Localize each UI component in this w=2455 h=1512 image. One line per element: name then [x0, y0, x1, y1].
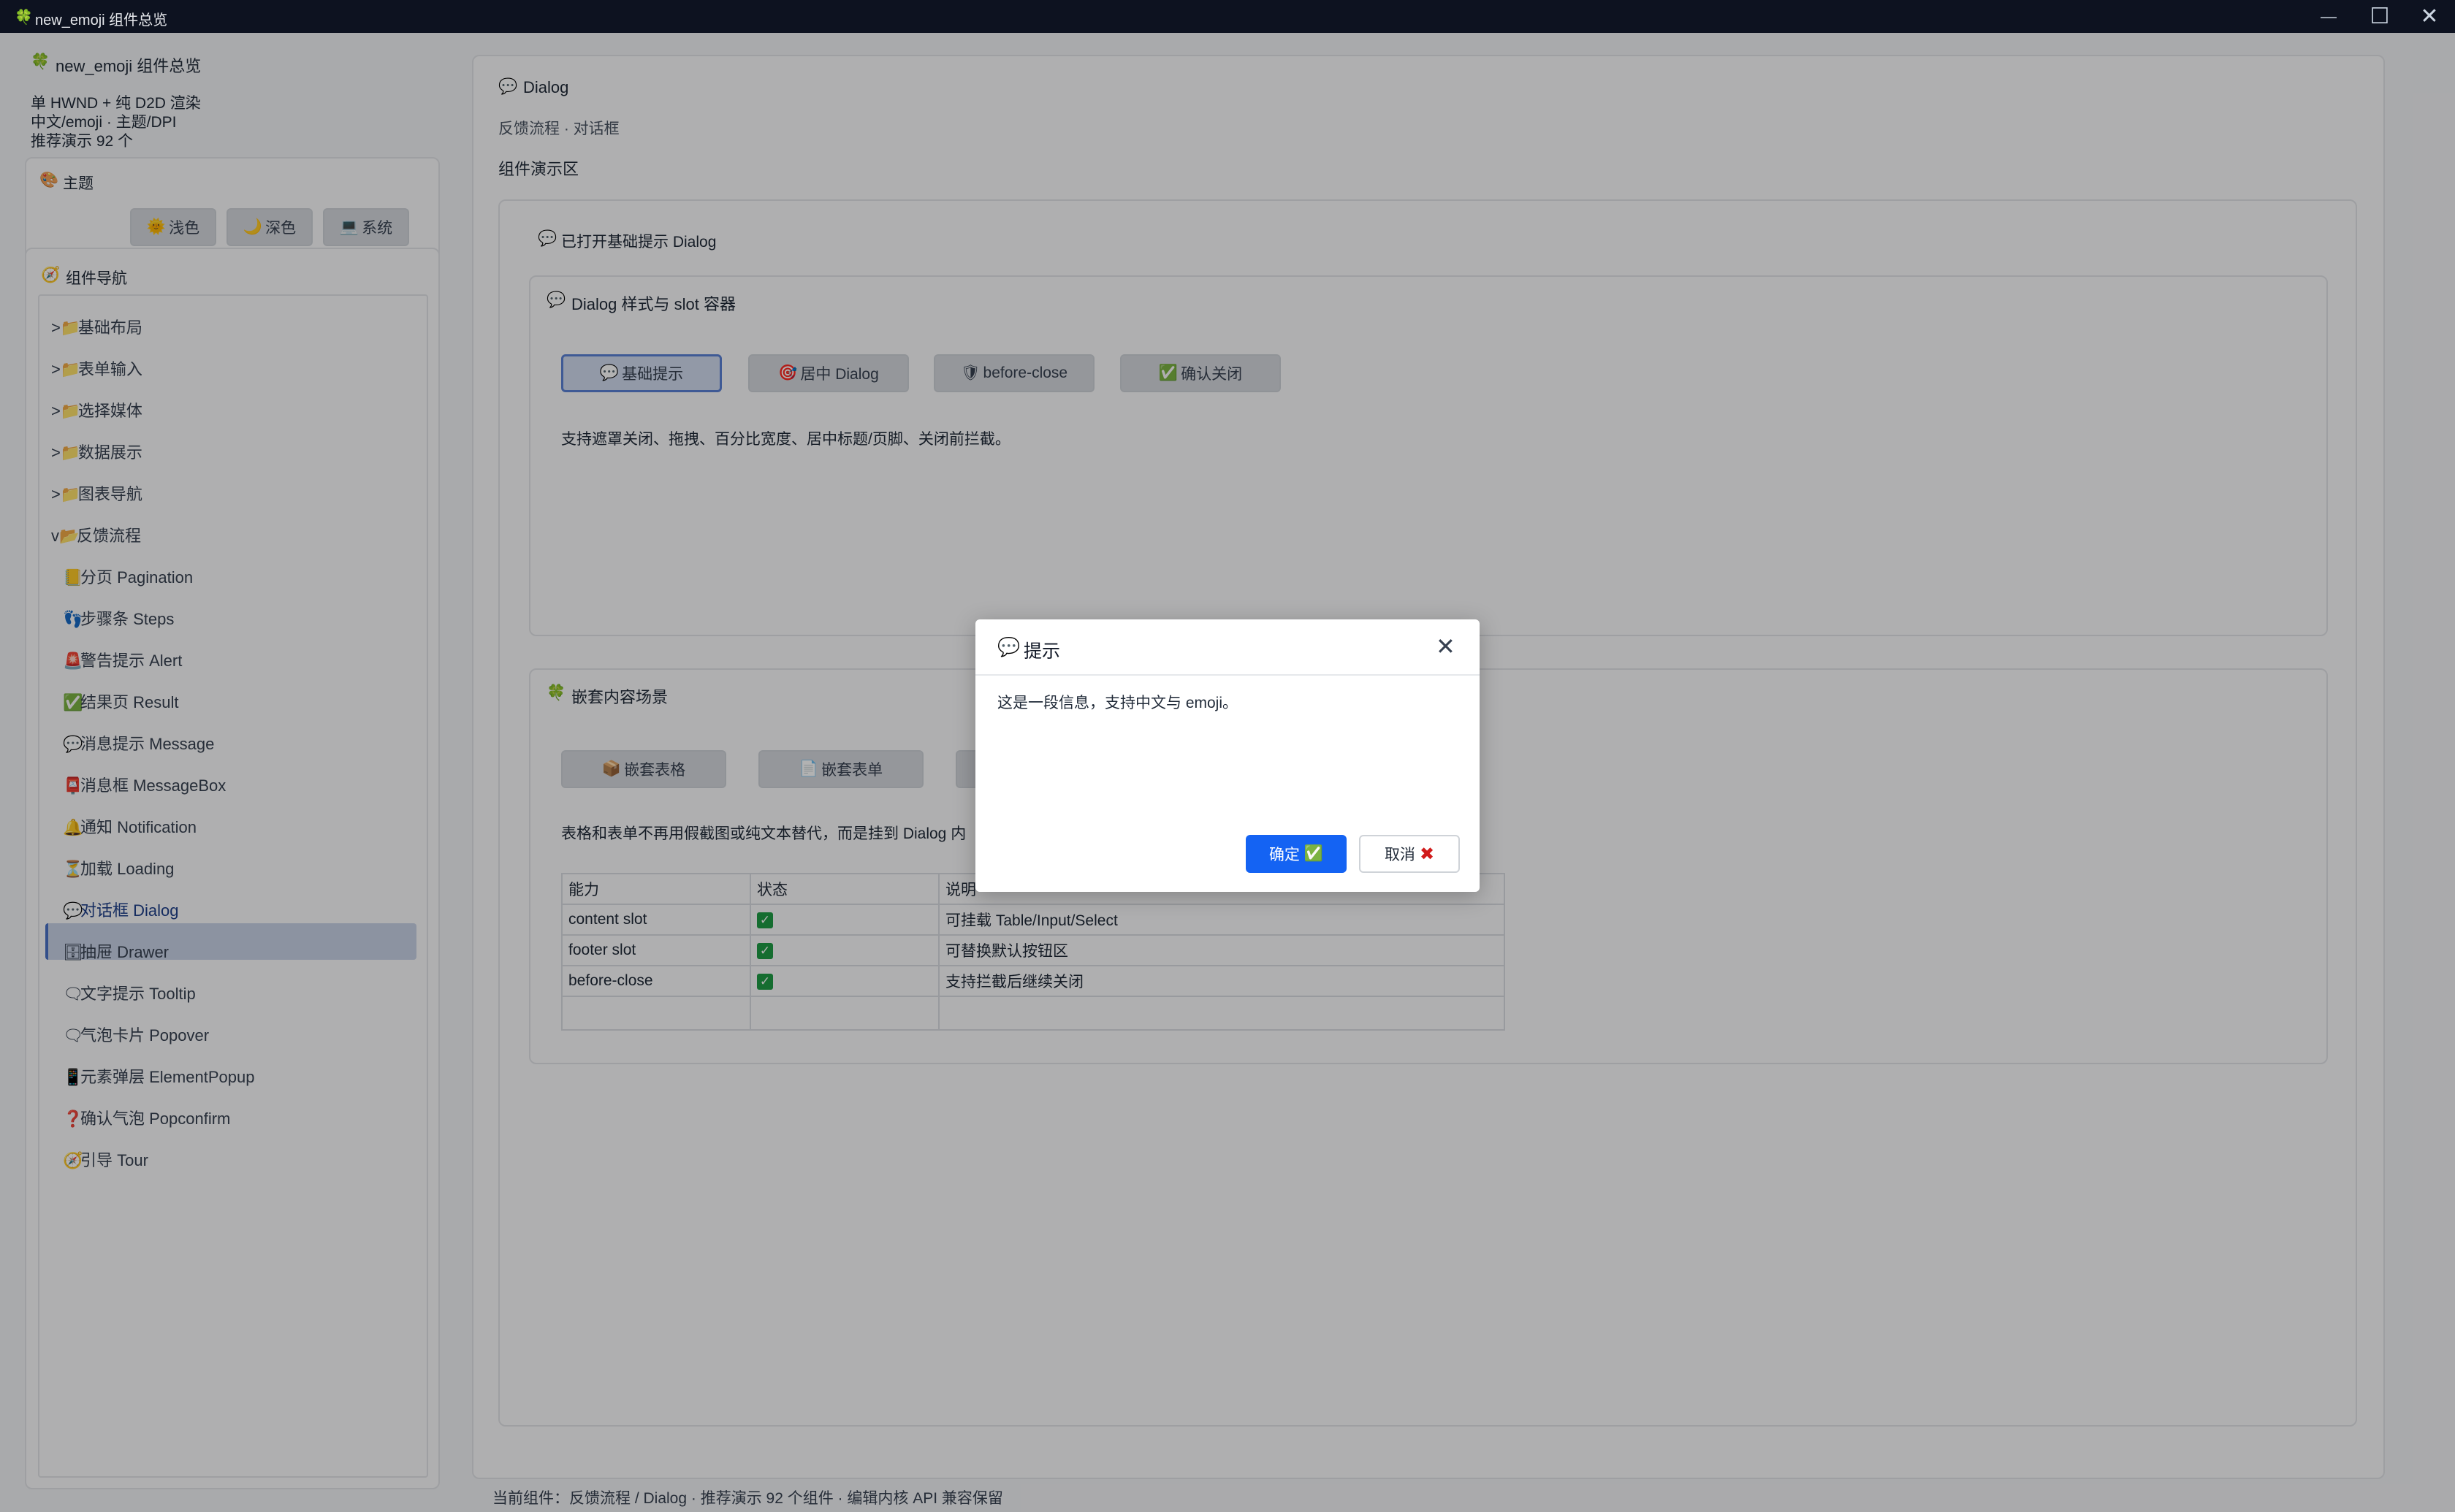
app-logo-icon: 🍀 [15, 9, 33, 26]
window-title: new_emoji 组件总览 [35, 12, 168, 28]
dialog-body-text: 这是一段信息，支持中文与 emoji。 [997, 695, 1238, 711]
dialog-ok-button[interactable]: 确定 ✅ [1246, 835, 1347, 873]
dialog-header: 💬 提示 ✕ [975, 619, 1480, 676]
close-icon[interactable]: ✕ [1436, 633, 1455, 660]
minimize-icon: — [2321, 7, 2337, 26]
close-window-button[interactable]: ✕ [2404, 0, 2455, 33]
dialog-cancel-button[interactable]: 取消 ✖ [1359, 835, 1460, 873]
close-icon: ✕ [2420, 4, 2439, 28]
x-mark-icon: ✖ [1419, 844, 1435, 864]
check-icon: ✅ [1303, 845, 1324, 862]
dialog-title: 提示 [1024, 641, 1061, 662]
dialog: 💬 提示 ✕ 这是一段信息，支持中文与 emoji。 确定 ✅ 取消 ✖ [975, 619, 1480, 892]
title-bar: 🍀 new_emoji 组件总览 — ☐ ✕ [0, 0, 2455, 33]
maximize-icon: ☐ [2370, 4, 2390, 28]
maximize-button[interactable]: ☐ [2354, 0, 2405, 33]
minimize-button[interactable]: — [2303, 0, 2354, 33]
speech-bubble-icon: 💬 [997, 637, 1021, 657]
